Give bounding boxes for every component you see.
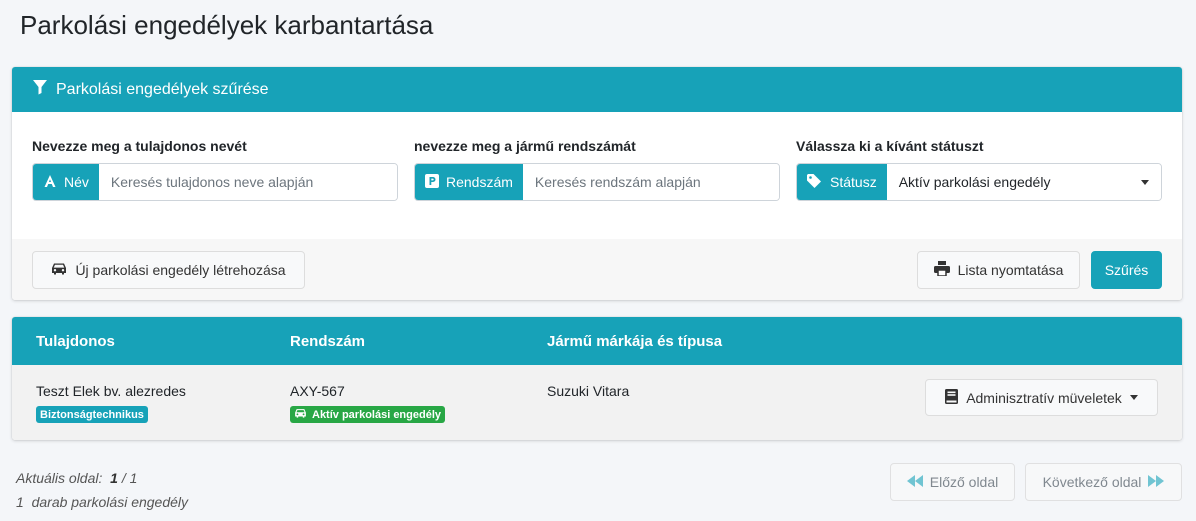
print-list-label: Lista nyomtatása bbox=[957, 262, 1064, 278]
print-icon bbox=[933, 261, 958, 279]
total-pages: 1 bbox=[129, 470, 138, 486]
caret-down-icon bbox=[1141, 179, 1149, 185]
backward-icon bbox=[906, 474, 930, 490]
current-page-label: Aktuális oldal: bbox=[16, 470, 103, 486]
table-row: Teszt Elek bv. alezredes Biztonságtechni… bbox=[12, 365, 1182, 440]
name-addon-label: Név bbox=[64, 174, 89, 190]
page-title: Parkolási engedélyek karbantartása bbox=[20, 10, 434, 40]
filter-card-header: Parkolási engedélyek szűrése bbox=[12, 67, 1182, 112]
plate-field: nevezze meg a jármű rendszámát Rendszám … bbox=[414, 138, 780, 201]
filter-card-title: Parkolási engedélyek szűrése bbox=[56, 80, 269, 98]
owner-name-label: Nevezze meg a tulajdonos nevét bbox=[32, 138, 247, 154]
plate-input[interactable]: Keresés rendszám alapján bbox=[522, 164, 779, 200]
admin-actions-label: Adminisztratív müveletek bbox=[966, 389, 1122, 406]
status-addon: Státusz bbox=[797, 164, 887, 200]
next-page-label: Következő oldal bbox=[1042, 474, 1142, 490]
filter-button[interactable]: Szűrés bbox=[1091, 251, 1162, 289]
plate-label: nevezze meg a jármű rendszámát bbox=[414, 138, 636, 154]
owner-name-input[interactable]: Keresés tulajdonos neve alapján bbox=[98, 164, 397, 200]
previous-page-button[interactable]: Előző oldal bbox=[890, 463, 1015, 501]
plate-addon-label: Rendszám bbox=[446, 174, 513, 190]
current-page-number: 1 bbox=[110, 470, 118, 486]
column-header-plate: Rendszám bbox=[290, 333, 366, 350]
parking-icon bbox=[425, 173, 446, 191]
forward-icon bbox=[1141, 474, 1165, 490]
vehicle-cell: Suzuki Vitara bbox=[547, 383, 630, 399]
caret-down-icon bbox=[1129, 395, 1138, 400]
previous-page-label: Előző oldal bbox=[929, 474, 999, 490]
permits-table: Tulajdonos Rendszám Jármű márkája és típ… bbox=[12, 317, 1182, 440]
permit-count: 1 bbox=[16, 494, 24, 510]
current-page-line: Aktuális oldal: 1 / 1 bbox=[16, 466, 188, 490]
page-separator: / bbox=[121, 470, 126, 486]
new-permit-label: Új parkolási engedély létrehozása bbox=[75, 262, 286, 278]
column-header-vehicle: Jármű márkája és típusa bbox=[547, 333, 723, 350]
column-header-owner: Tulajdonos bbox=[36, 333, 115, 350]
font-icon bbox=[43, 174, 64, 191]
status-addon-label: Státusz bbox=[830, 174, 877, 190]
status-badge-label: Aktív parkolási engedély bbox=[312, 408, 441, 421]
tag-icon bbox=[807, 173, 830, 191]
owner-cell: Teszt Elek bv. alezredes Biztonságtechni… bbox=[36, 383, 186, 423]
admin-actions-dropdown[interactable]: Adminisztratív müveletek bbox=[925, 379, 1158, 416]
plate-cell: AXY-567 Aktív parkolási engedély bbox=[290, 383, 445, 423]
owner-name: Teszt Elek bv. alezredes bbox=[36, 383, 186, 399]
status-field: Válassza ki a kívánt státuszt Státusz Ak… bbox=[796, 138, 1162, 201]
filter-card-footer: Új parkolási engedély létrehozása Lista … bbox=[12, 239, 1182, 300]
new-permit-button[interactable]: Új parkolási engedély létrehozása bbox=[32, 251, 305, 289]
book-icon bbox=[945, 388, 966, 407]
filter-icon bbox=[32, 79, 56, 100]
role-badge: Biztonságtechnikus bbox=[36, 406, 148, 423]
filter-card: Parkolási engedélyek szűrése Nevezze meg… bbox=[12, 67, 1182, 300]
status-label: Válassza ki a kívánt státuszt bbox=[796, 138, 984, 154]
permit-count-label: darab parkolási engedély bbox=[31, 494, 189, 510]
car-icon bbox=[51, 262, 75, 278]
pager-info: Aktuális oldal: 1 / 1 1 darab parkolási … bbox=[16, 466, 188, 514]
car-icon bbox=[294, 408, 312, 421]
owner-name-field: Nevezze meg a tulajdonos nevét Név Keres… bbox=[32, 138, 398, 201]
status-selected-value: Aktív parkolási engedély bbox=[898, 174, 1051, 190]
name-addon: Név bbox=[33, 164, 99, 200]
count-line: 1 darab parkolási engedély bbox=[16, 490, 188, 514]
plate-addon: Rendszám bbox=[415, 164, 523, 200]
status-select[interactable]: Aktív parkolási engedély bbox=[886, 164, 1161, 200]
table-header: Tulajdonos Rendszám Jármű márkája és típ… bbox=[12, 317, 1182, 365]
plate-value: AXY-567 bbox=[290, 383, 345, 399]
status-badge: Aktív parkolási engedély bbox=[290, 406, 445, 423]
next-page-button[interactable]: Következő oldal bbox=[1025, 463, 1182, 501]
print-list-button[interactable]: Lista nyomtatása bbox=[917, 251, 1080, 289]
